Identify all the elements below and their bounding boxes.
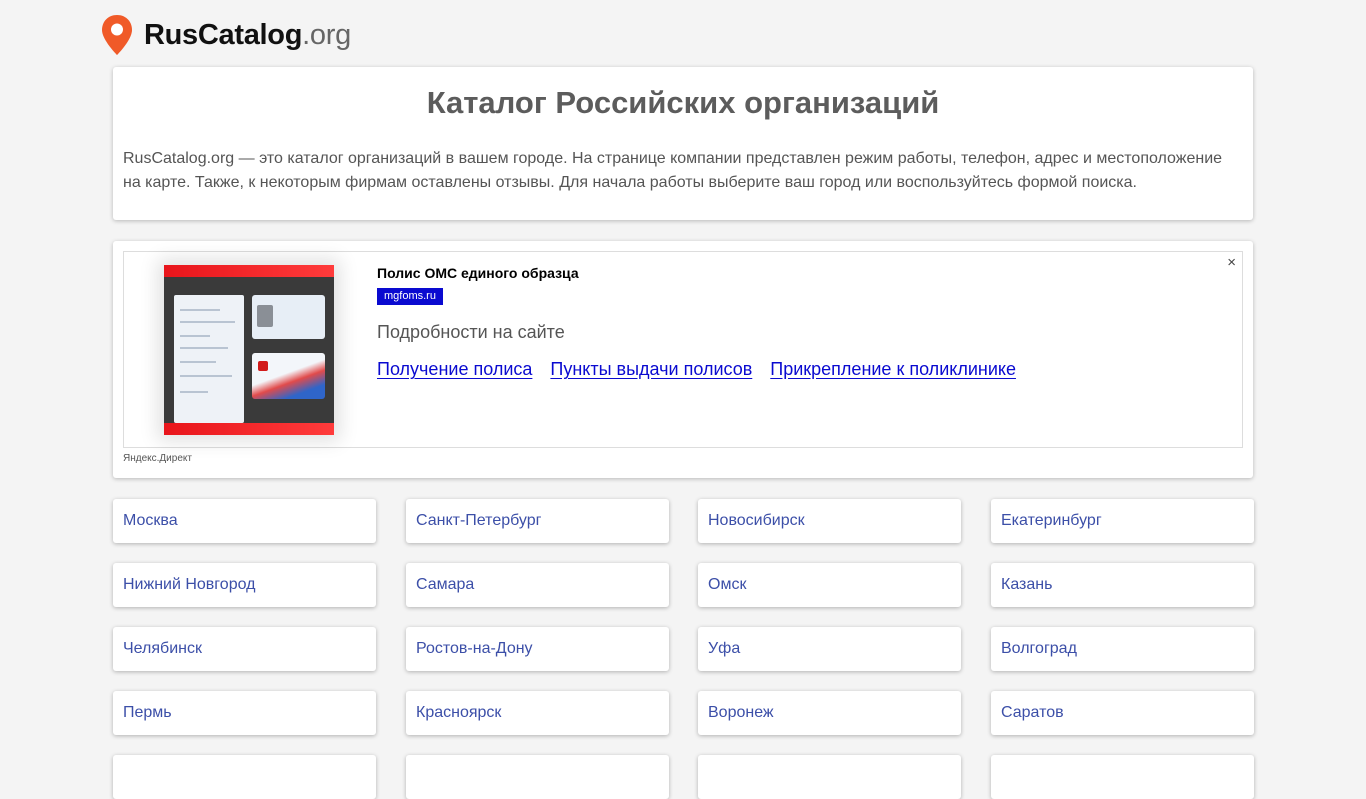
- city-link-samara[interactable]: Самара: [406, 563, 669, 607]
- page-title: Каталог Российских организаций: [426, 85, 940, 120]
- logo-main-text: RusCatalog: [144, 18, 303, 51]
- ad-provider-label: Яндекс.Директ: [123, 453, 192, 464]
- city-link-perm[interactable]: Пермь: [113, 691, 376, 735]
- city-link-volgograd[interactable]: Волгоград: [991, 627, 1254, 671]
- ad-image-polis-card: [252, 353, 325, 399]
- logo-tld-text: .org: [302, 18, 351, 51]
- ad-image-document: [174, 295, 244, 423]
- ad-description: Подробности на сайте: [377, 322, 565, 342]
- city-link-ufa[interactable]: Уфа: [698, 627, 961, 671]
- city-link[interactable]: [406, 755, 669, 799]
- city-link-krasnoyarsk[interactable]: Красноярск: [406, 691, 669, 735]
- city-link-nizhny-novgorod[interactable]: Нижний Новгород: [113, 563, 376, 607]
- city-link-chelyabinsk[interactable]: Челябинск: [113, 627, 376, 671]
- city-link-kazan[interactable]: Казань: [991, 563, 1254, 607]
- city-link[interactable]: [698, 755, 961, 799]
- city-link[interactable]: [991, 755, 1254, 799]
- ad-link-clinic-attach[interactable]: Прикрепление к поликлинике: [770, 359, 1016, 380]
- city-link-rostov-on-don[interactable]: Ростов-на-Дону: [406, 627, 669, 671]
- intro-card: Каталог Российских организаций RusCatalo…: [113, 67, 1253, 220]
- city-link-novosibirsk[interactable]: Новосибирск: [698, 499, 961, 543]
- city-link-saint-petersburg[interactable]: Санкт-Петербург: [406, 499, 669, 543]
- ad-sitelinks: Получение полиса Пункты выдачи полисов П…: [377, 359, 1016, 380]
- intro-text: RusCatalog.org — это каталог организаций…: [123, 150, 1223, 191]
- ad-link-get-polis[interactable]: Получение полиса: [377, 359, 532, 380]
- ad-domain-link[interactable]: mgfoms.ru: [377, 288, 443, 305]
- city-link[interactable]: [113, 755, 376, 799]
- ad-block[interactable]: Полис ОМС единого образца mgfoms.ru Подр…: [123, 251, 1243, 448]
- ad-image-stripe: [164, 265, 334, 277]
- close-icon[interactable]: ×: [1227, 254, 1236, 271]
- ad-link-issue-points[interactable]: Пункты выдачи полисов: [550, 359, 752, 380]
- ad-image-stripe: [164, 423, 334, 435]
- city-link-omsk[interactable]: Омск: [698, 563, 961, 607]
- ad-title[interactable]: Полис ОМС единого образца: [377, 265, 579, 281]
- site-logo-link[interactable]: RusCatalog.org: [144, 18, 351, 51]
- city-link-saratov[interactable]: Саратов: [991, 691, 1254, 735]
- city-link-moscow[interactable]: Москва: [113, 499, 376, 543]
- map-pin-icon: [102, 15, 132, 55]
- ad-image[interactable]: [164, 265, 334, 435]
- ad-card: Полис ОМС единого образца mgfoms.ru Подр…: [113, 241, 1253, 478]
- city-link-yekaterinburg[interactable]: Екатеринбург: [991, 499, 1254, 543]
- city-link-voronezh[interactable]: Воронеж: [698, 691, 961, 735]
- site-header: RusCatalog.org: [100, 13, 351, 57]
- ad-image-id-card: [252, 295, 325, 339]
